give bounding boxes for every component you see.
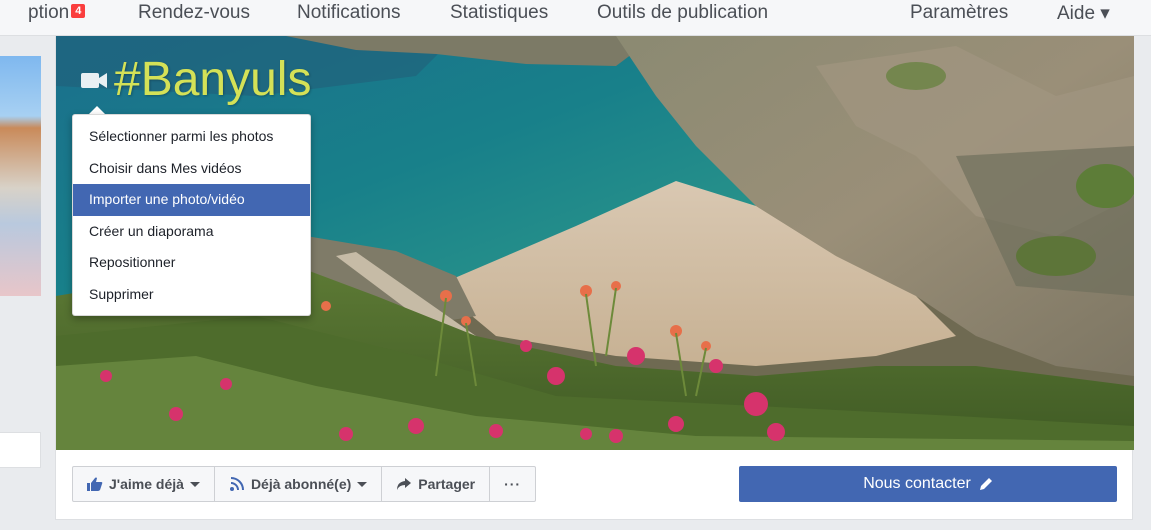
follow-button[interactable]: Déjà abonné(e) — [215, 467, 383, 501]
rss-icon — [229, 476, 245, 492]
menu-pointer — [89, 106, 105, 114]
tab-appointments[interactable]: Rendez-vous — [138, 2, 250, 24]
chevron-down-icon — [189, 481, 200, 487]
left-column-box — [0, 432, 41, 468]
menu-item-delete[interactable]: Supprimer — [73, 279, 310, 311]
notification-badge: 4 — [71, 4, 86, 18]
menu-item-choose-videos[interactable]: Choisir dans Mes vidéos — [73, 153, 310, 185]
tab-settings[interactable]: Paramètres — [910, 2, 1008, 24]
page-top-nav: ption 4 Rendez-vous Notifications Statist… — [0, 0, 1151, 36]
pencil-icon — [979, 477, 993, 491]
change-cover-camera-icon[interactable] — [80, 69, 108, 91]
share-arrow-icon — [396, 477, 412, 491]
tab-statistics[interactable]: Statistiques — [450, 2, 548, 24]
chevron-down-icon — [357, 481, 368, 487]
tab-publishing-tools[interactable]: Outils de publication — [597, 2, 768, 24]
like-button[interactable]: J'aime déjà — [73, 467, 215, 501]
more-options-button[interactable]: ··· — [490, 467, 535, 501]
thumbs-up-icon — [87, 477, 103, 491]
tab-notifications[interactable]: Notifications — [297, 2, 401, 24]
cover-hashtag: #Banyuls — [114, 53, 312, 106]
cover-photo-menu: Sélectionner parmi les photos Choisir da… — [72, 114, 311, 316]
contact-us-button[interactable]: Nous contacter — [739, 466, 1117, 502]
menu-item-create-slideshow[interactable]: Créer un diaporama — [73, 216, 310, 248]
tab-inbox[interactable]: ption 4 — [28, 2, 86, 24]
left-column-image — [0, 56, 41, 296]
menu-item-select-photos[interactable]: Sélectionner parmi les photos — [73, 121, 310, 153]
menu-item-upload-photo-video[interactable]: Importer une photo/vidéo — [73, 184, 310, 216]
menu-item-reposition[interactable]: Repositionner — [73, 247, 310, 279]
page-action-bar: J'aime déjà Déjà abonné(e) Partager ··· — [72, 466, 537, 502]
tab-help[interactable]: Aide ▾ — [1057, 2, 1110, 25]
share-button[interactable]: Partager — [382, 467, 491, 501]
